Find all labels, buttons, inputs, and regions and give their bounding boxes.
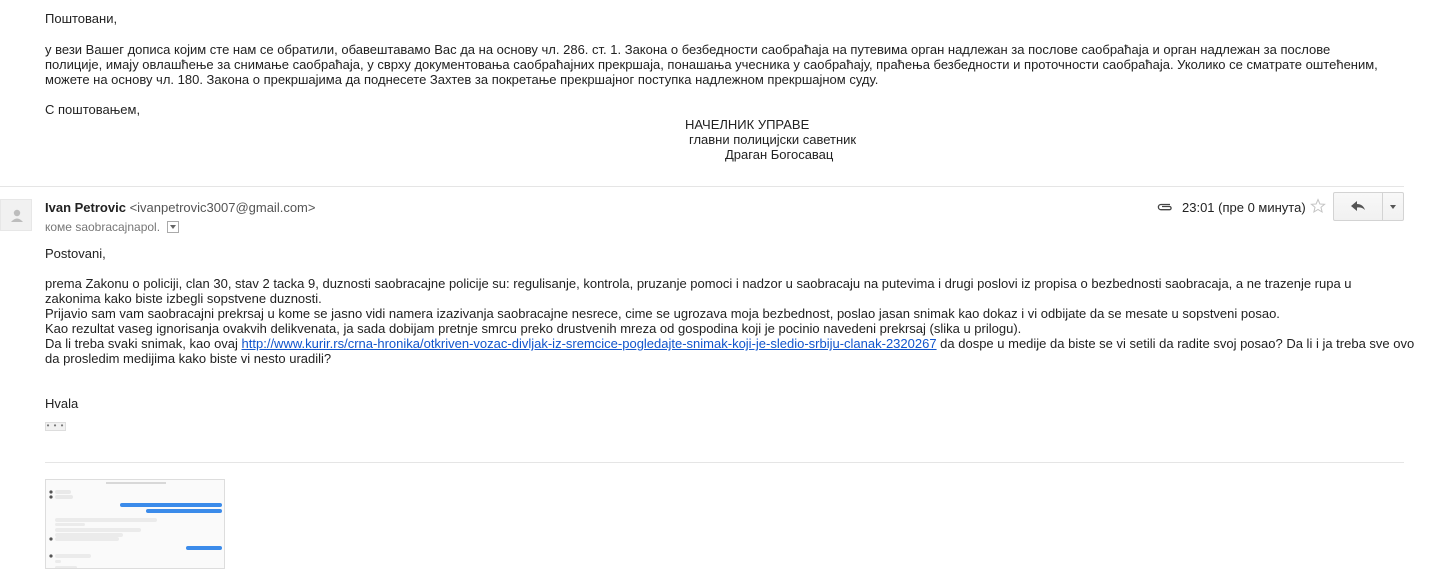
message-line-5-start: Da li treba svaki snimak, kao ovaj — [45, 336, 242, 351]
more-options-button[interactable] — [1382, 193, 1404, 220]
message-thanks: Hvala — [45, 396, 79, 411]
signature-title: НАЧЕЛНИК УПРАВЕ — [685, 117, 810, 132]
message-divider — [0, 186, 1404, 187]
message-line-3: Prijavio sam vam saobracajni prekrsaj u … — [45, 306, 1280, 321]
reply-button[interactable] — [1334, 193, 1382, 220]
prev-body-line-1: у вези Вашег дописа којим сте нам се обр… — [45, 42, 1331, 57]
prev-body-line-3: можете на основу чл. 180. Закона о прекр… — [45, 72, 879, 87]
message-timestamp: 23:01 (пре 0 минута) — [1182, 200, 1306, 215]
reply-button-group — [1333, 192, 1404, 221]
sender-name[interactable]: Ivan Petrovic — [45, 200, 126, 215]
sender-email[interactable]: <ivanpetrovic3007@gmail.com> — [130, 200, 316, 215]
signature-name: Драган Богосавац — [725, 147, 834, 162]
paperclip-icon — [1156, 200, 1174, 214]
attachment-divider — [45, 462, 1404, 463]
recipient-details-toggle[interactable] — [167, 220, 180, 233]
message-line-2: zakonima kako biste izbegli sopstvene du… — [45, 291, 322, 306]
signature-role: главни полицијски саветник — [689, 132, 857, 147]
recipient-line: коме saobracajnapol. — [45, 220, 180, 235]
message-line-5: Da li treba svaki snimak, kao ovaj http:… — [45, 336, 1414, 351]
reply-icon — [1351, 201, 1365, 211]
attachment-thumbnail[interactable] — [45, 479, 225, 569]
star-icon[interactable] — [1310, 198, 1326, 214]
message-line-6: da prosledim medijima kako biste vi nest… — [45, 351, 332, 366]
chat-screenshot-image — [49, 482, 222, 568]
article-link[interactable]: http://www.kurir.rs/crna-hronika/otkrive… — [242, 336, 937, 351]
prev-body-line-2: полиције, имају овлашћење за снимање сао… — [45, 57, 1378, 72]
prev-closing: С поштовањем, — [45, 102, 141, 117]
message-line-5-end: da dospe u medije da biste se vi setili … — [936, 336, 1415, 351]
avatar-icon[interactable] — [0, 199, 32, 231]
message-line-1: prema Zakonu o policiji, clan 30, stav 2… — [45, 276, 1352, 291]
sender-line: Ivan Petrovic <ivanpetrovic3007@gmail.co… — [45, 200, 315, 215]
message-greeting: Postovani, — [45, 246, 106, 261]
show-trimmed-content-button[interactable]: • • • — [45, 422, 66, 431]
message-line-4: Kao rezultat vaseg ignorisanja ovakvih d… — [45, 321, 1022, 336]
recipient-label: коме saobracajnapol. — [45, 220, 161, 234]
prev-greeting: Поштовани, — [45, 11, 118, 26]
